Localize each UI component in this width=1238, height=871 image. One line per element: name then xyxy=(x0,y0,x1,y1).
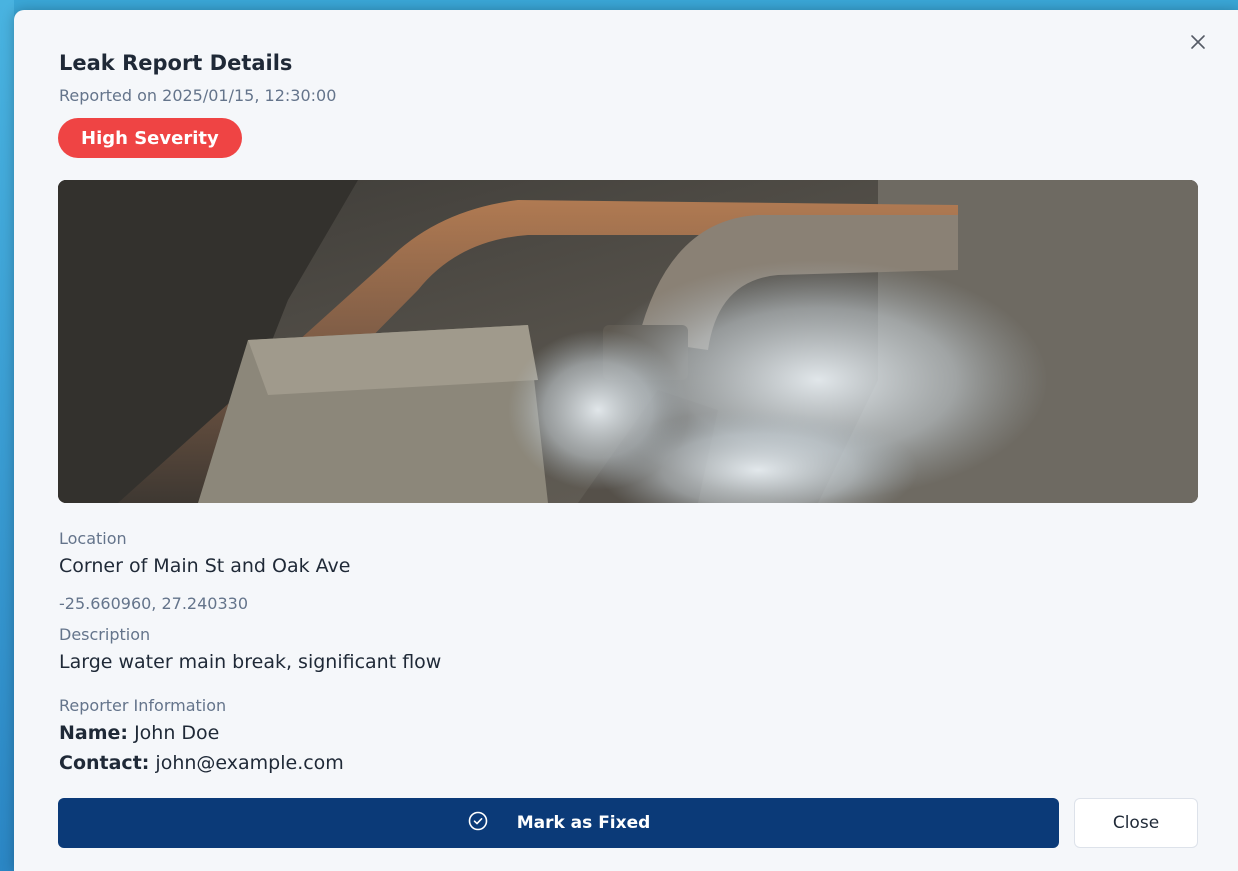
reporter-name: Name: John Doe xyxy=(59,722,219,744)
location-address: Corner of Main St and Oak Ave xyxy=(59,555,351,577)
modal-title: Leak Report Details xyxy=(59,51,293,75)
page-backdrop xyxy=(0,0,14,871)
description-label: Description xyxy=(59,625,151,644)
leak-report-modal: Leak Report Details Reported on 2025/01/… xyxy=(14,10,1238,871)
reporter-name-label: Name: xyxy=(59,722,129,744)
mark-as-fixed-label: Mark as Fixed xyxy=(516,813,651,833)
reporter-name-value: John Doe xyxy=(134,722,220,744)
mark-as-fixed-button[interactable]: Mark as Fixed xyxy=(58,798,1059,848)
location-label: Location xyxy=(59,529,127,548)
reporter-contact-value: john@example.com xyxy=(155,752,344,774)
reporter-contact: Contact: john@example.com xyxy=(59,752,344,774)
severity-badge: High Severity xyxy=(58,118,242,158)
location-coordinates: -25.660960, 27.240330 xyxy=(59,594,248,613)
reporter-info-label: Reporter Information xyxy=(59,696,227,715)
check-circle-icon xyxy=(467,810,489,837)
close-icon[interactable] xyxy=(1186,30,1210,54)
description-text: Large water main break, significant flow xyxy=(59,651,442,673)
reporter-contact-label: Contact: xyxy=(59,752,150,774)
reported-timestamp: Reported on 2025/01/15, 12:30:00 xyxy=(59,86,337,105)
close-button[interactable]: Close xyxy=(1074,798,1198,848)
leak-photo xyxy=(58,180,1198,503)
